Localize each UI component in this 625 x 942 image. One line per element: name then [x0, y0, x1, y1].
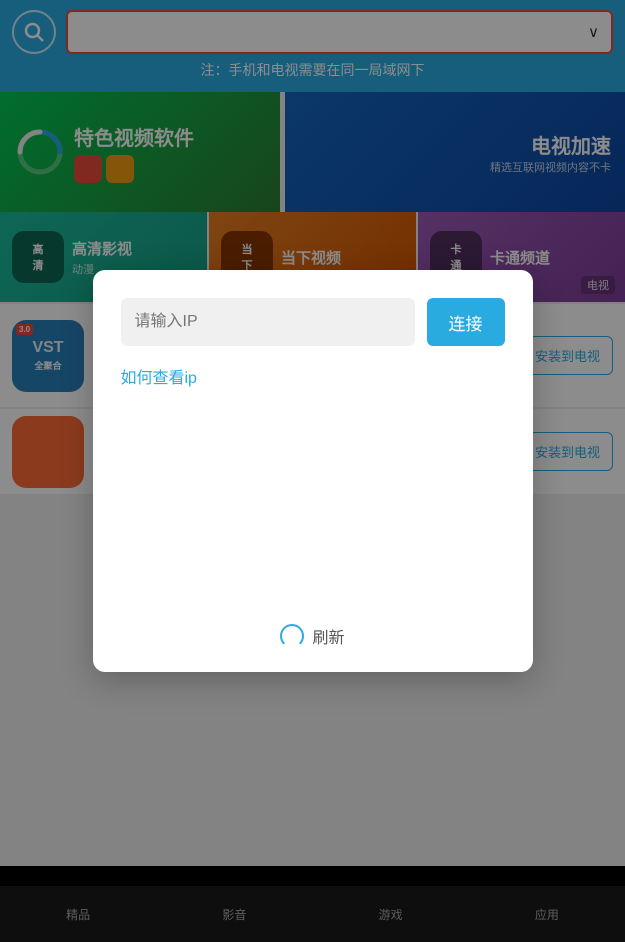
refresh-label: 刷新 [312, 624, 344, 648]
how-to-link[interactable]: 如何查看ip [121, 364, 505, 388]
modal-overlay[interactable]: 连接 如何查看ip 刷新 [0, 0, 625, 942]
refresh-row[interactable]: 刷新 [121, 624, 505, 648]
refresh-icon [280, 624, 304, 648]
connect-modal: 连接 如何查看ip 刷新 [93, 270, 533, 672]
modal-empty-area [121, 406, 505, 606]
ip-input[interactable] [121, 298, 415, 346]
connect-button[interactable]: 连接 [427, 298, 505, 346]
modal-input-row: 连接 [121, 298, 505, 346]
